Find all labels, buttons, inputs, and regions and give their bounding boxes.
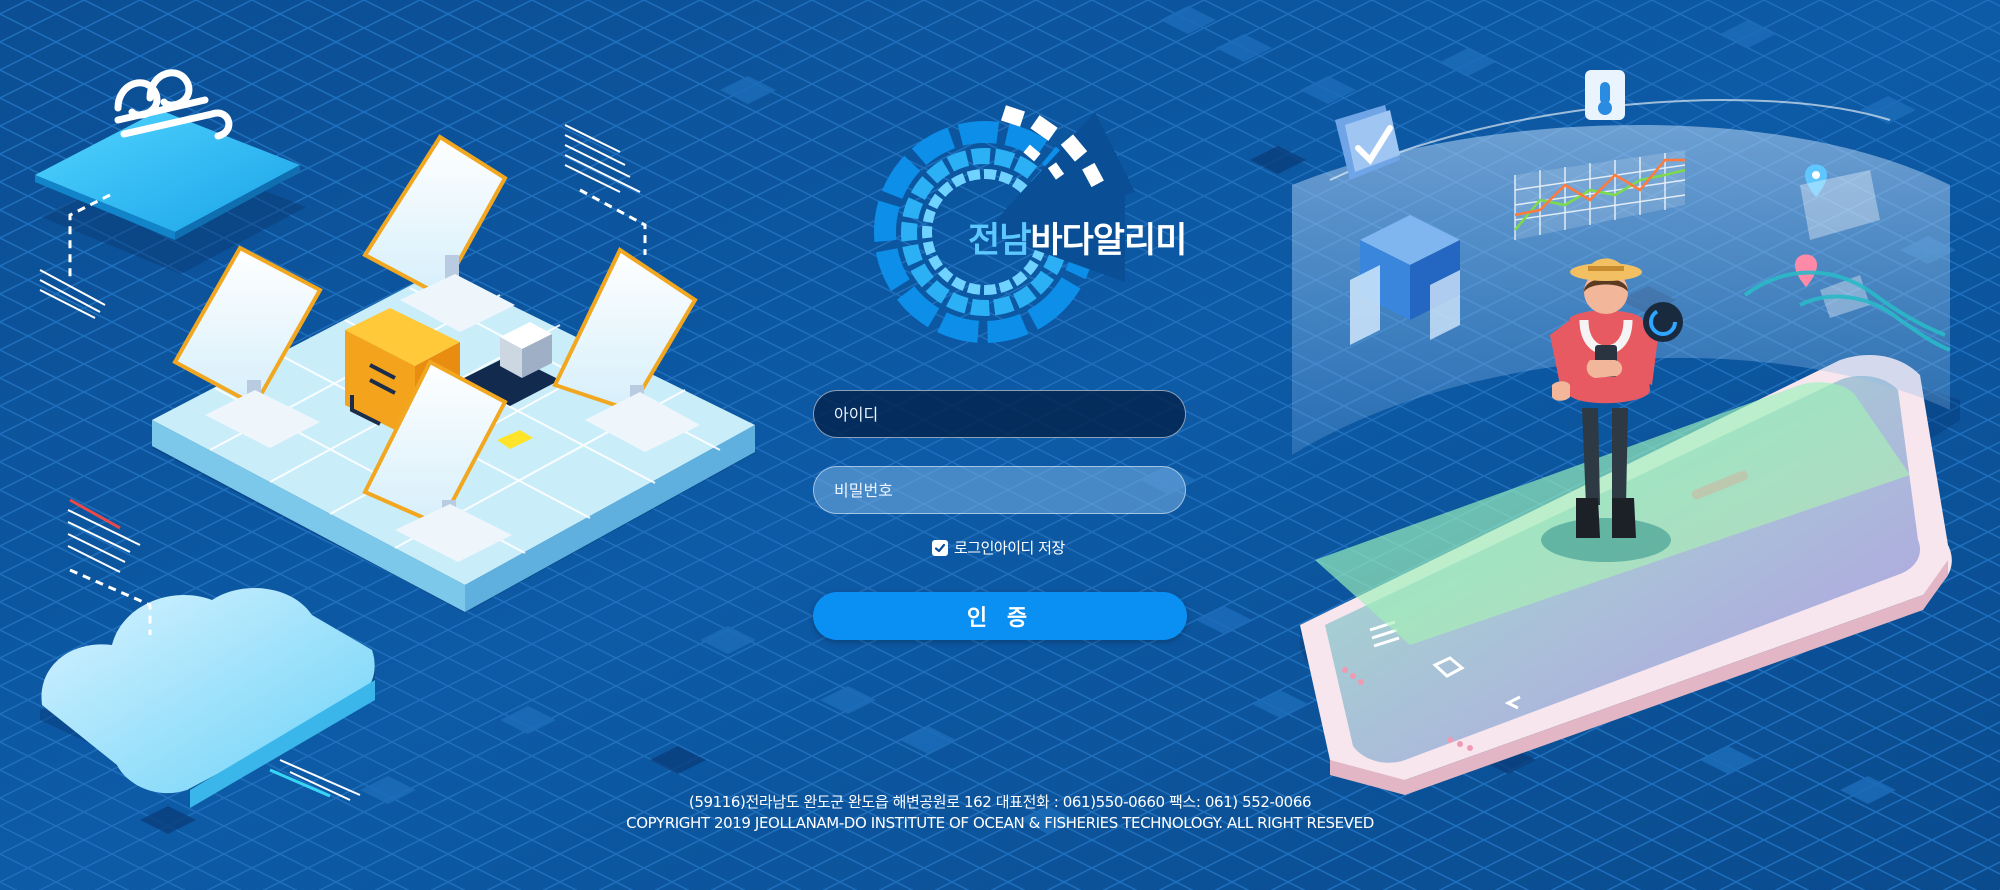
footer-copyright: COPYRIGHT 2019 JEOLLANAM-DO INSTITUTE OF…	[626, 814, 1374, 832]
user-id-input[interactable]	[813, 390, 1186, 438]
brand-name-suffix: 바다알리미	[1030, 221, 1187, 261]
background-illustration	[0, 0, 2000, 890]
brand-name-prefix: 전남	[968, 221, 1031, 261]
remember-id-checkbox[interactable]	[932, 539, 948, 556]
password-input[interactable]	[813, 466, 1186, 514]
app-logo-badge	[1643, 302, 1683, 342]
authenticate-button[interactable]: 인 증	[813, 592, 1187, 640]
remember-id-option[interactable]: 로그인아이디 저장	[932, 537, 1065, 558]
brand-logo-text: 전남바다알리미	[968, 212, 1187, 263]
thermometer-icon	[1585, 70, 1625, 120]
footer: (59116)전라남도 완도군 완도읍 해변공원로 162 대표전화 : 061…	[0, 792, 2000, 834]
footer-address: (59116)전라남도 완도군 완도읍 해변공원로 162 대표전화 : 061…	[688, 793, 1312, 811]
check-icon	[934, 543, 946, 552]
remember-id-label: 로그인아이디 저장	[954, 539, 1065, 557]
